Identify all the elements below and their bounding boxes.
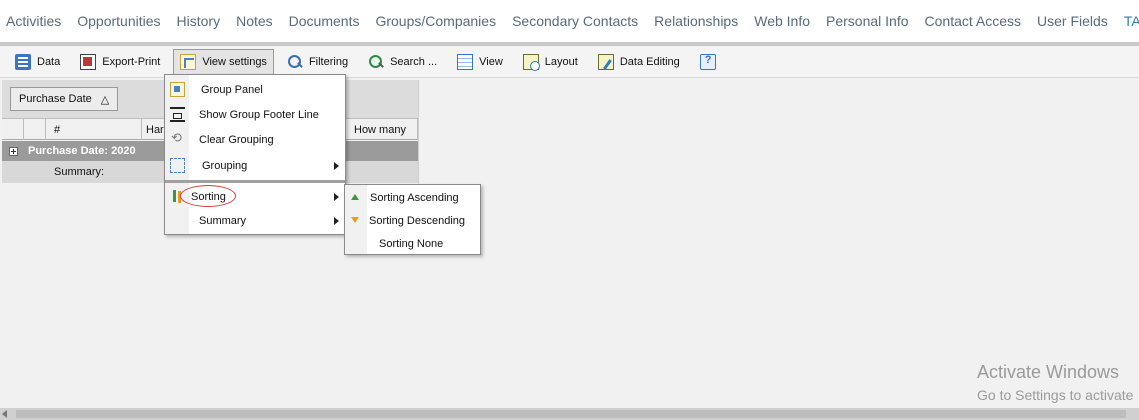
menu-item-grouping[interactable]: Grouping	[165, 154, 345, 178]
view-settings-label: View settings	[202, 55, 267, 68]
sorting-icon	[170, 189, 185, 204]
view-grid-icon	[457, 53, 474, 70]
help-button[interactable]	[693, 49, 729, 75]
menu-item-label: Sorting	[191, 191, 226, 203]
export-print-icon	[80, 53, 97, 70]
sort-ascending-icon: △	[100, 93, 110, 106]
menu-item-group-panel[interactable]: Group Panel	[165, 78, 345, 102]
data-editing-icon	[597, 53, 614, 70]
submenu-arrow-icon	[334, 217, 339, 225]
expand-plus-icon[interactable]	[9, 146, 18, 156]
menu-item-label: Grouping	[202, 160, 248, 172]
tab-documents[interactable]: Documents	[289, 13, 360, 29]
summary-label: Summary:	[54, 166, 105, 178]
tab-web-info[interactable]: Web Info	[754, 13, 810, 29]
view-settings-icon	[180, 53, 197, 70]
group-footer-icon	[170, 107, 185, 122]
search-icon	[368, 54, 384, 70]
menu-separator	[165, 180, 345, 183]
menu-item-label: Sorting Descending	[369, 215, 466, 227]
menu-item-label: Summary	[199, 215, 247, 227]
data-editing-button[interactable]: Data Editing	[591, 49, 687, 75]
sorting-submenu: Sorting Ascending Sorting Descending Sor…	[344, 184, 481, 255]
submenu-arrow-icon	[334, 162, 339, 170]
view-label: View	[479, 55, 503, 68]
grouping-icon	[170, 158, 185, 173]
tab-notes[interactable]: Notes	[236, 13, 273, 29]
column-header-how-many[interactable]: How many	[346, 119, 418, 140]
export-print-button[interactable]: Export-Print	[73, 49, 167, 75]
scrollbar-thumb[interactable]	[16, 410, 1126, 418]
menu-item-sorting-ascending[interactable]: Sorting Ascending	[345, 186, 480, 210]
data-button-label: Data	[37, 55, 61, 68]
search-label: Search ...	[390, 55, 438, 68]
menu-item-show-group-footer[interactable]: Show Group Footer Line	[165, 103, 345, 127]
menu-item-label: Show Group Footer Line	[199, 109, 319, 121]
menu-item-summary[interactable]: Summary	[165, 209, 345, 233]
menu-item-clear-grouping[interactable]: Clear Grouping	[165, 128, 345, 152]
data-editing-label: Data Editing	[619, 55, 680, 68]
group-chip-purchase-date[interactable]: Purchase Date △	[10, 87, 119, 111]
tab-activities[interactable]: Activities	[6, 13, 61, 29]
view-settings-button[interactable]: View settings	[173, 48, 274, 75]
menu-item-label: Sorting None	[379, 238, 444, 250]
tab-user-fields[interactable]: User Fields	[1037, 13, 1108, 29]
search-button[interactable]: Search ...	[361, 49, 444, 75]
horizontal-scrollbar[interactable]	[0, 408, 1139, 420]
filtering-button[interactable]: Filtering	[280, 49, 355, 75]
data-icon	[15, 53, 31, 70]
menu-item-sorting-descending[interactable]: Sorting Descending	[345, 209, 480, 233]
filtering-label: Filtering	[308, 55, 349, 68]
view-button[interactable]: View	[450, 49, 510, 75]
tab-table-it[interactable]: TABLE|IT	[1124, 13, 1139, 29]
grid-border	[418, 80, 419, 188]
tab-personal-info[interactable]: Personal Info	[826, 13, 909, 29]
layout-button[interactable]: Layout	[516, 49, 585, 75]
sort-descending-icon	[348, 213, 363, 228]
watermark-line-1: Activate Windows	[977, 362, 1120, 382]
layout-label: Layout	[544, 55, 578, 68]
layout-icon	[522, 53, 540, 71]
windows-watermark: Activate Windows Go to Settings to activ…	[977, 362, 1133, 403]
view-settings-menu: Group Panel Show Group Footer Line Clear…	[164, 74, 346, 235]
menu-item-sorting[interactable]: Sorting	[165, 185, 345, 209]
group-chip-label: Purchase Date	[19, 93, 92, 105]
clear-grouping-icon	[170, 130, 185, 147]
column-header-num[interactable]: #	[46, 119, 142, 140]
header-spacer	[2, 119, 24, 140]
sort-ascending-icon	[348, 190, 363, 205]
tab-opportunities[interactable]: Opportunities	[77, 13, 160, 29]
tab-contact-access[interactable]: Contact Access	[925, 13, 1022, 29]
scroll-left-icon[interactable]	[2, 410, 7, 418]
filter-magnifier-icon	[287, 54, 303, 70]
submenu-arrow-icon	[334, 193, 339, 201]
tab-secondary-contacts[interactable]: Secondary Contacts	[512, 13, 638, 29]
tab-history[interactable]: History	[177, 13, 221, 29]
watermark-line-2: Go to Settings to activate	[977, 387, 1134, 403]
top-nav: Activities Opportunities History Notes D…	[0, 0, 1139, 42]
menu-item-sorting-none[interactable]: Sorting None	[345, 232, 480, 256]
export-print-label: Export-Print	[102, 55, 161, 68]
tab-groups-companies[interactable]: Groups/Companies	[375, 13, 496, 29]
menu-item-label: Group Panel	[201, 84, 263, 96]
data-button[interactable]: Data	[8, 49, 67, 75]
group-panel-icon	[170, 82, 185, 97]
group-row-label: Purchase Date: 2020	[28, 145, 136, 157]
tab-relationships[interactable]: Relationships	[654, 13, 738, 29]
header-indicator	[24, 119, 46, 140]
menu-item-label: Sorting Ascending	[370, 192, 459, 204]
menu-item-label: Clear Grouping	[199, 134, 274, 146]
help-icon	[699, 53, 716, 70]
